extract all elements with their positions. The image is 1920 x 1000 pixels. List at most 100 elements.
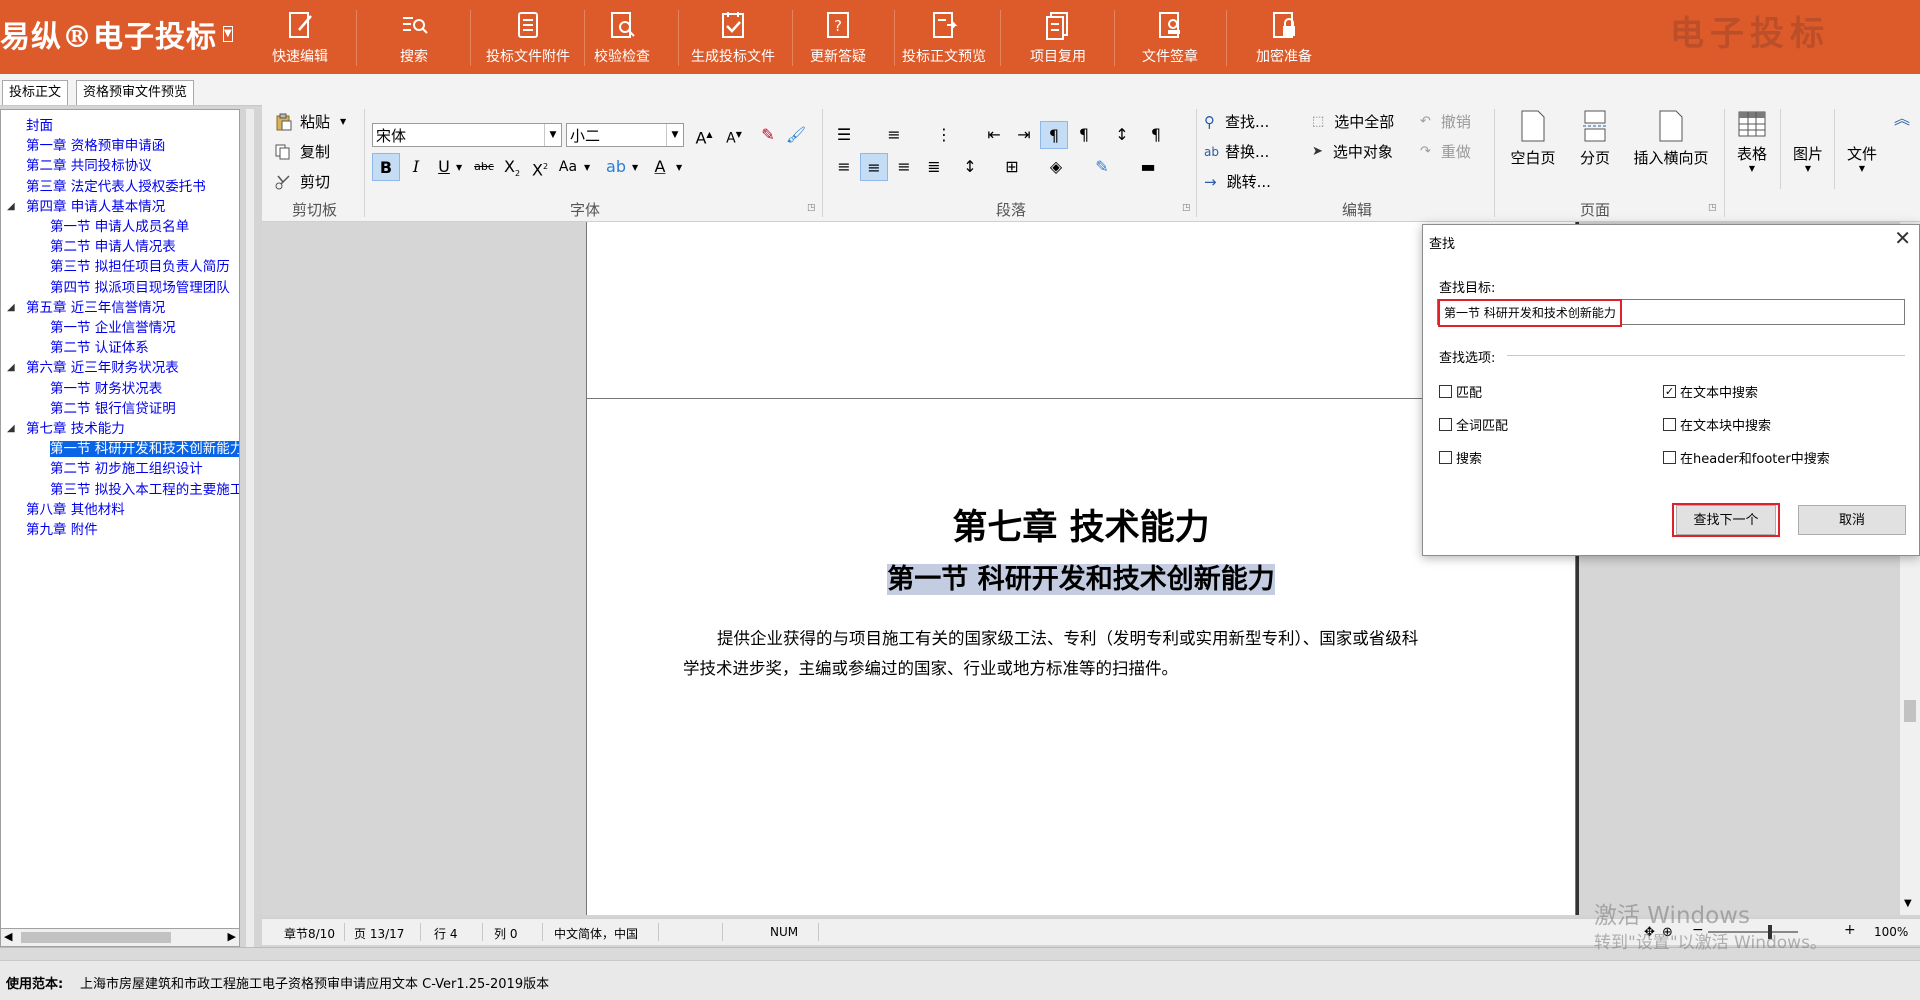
highlight-icon[interactable]: ab xyxy=(602,153,630,181)
tree-chapter-item[interactable]: 第八章 其他材料 xyxy=(1,500,125,520)
tree-expand-icon[interactable]: ◢ xyxy=(7,197,19,217)
option-header-footer[interactable]: 在header和footer中搜索 xyxy=(1663,448,1830,467)
toolbar-button-7[interactable]: 投标正文预览 xyxy=(892,0,996,74)
undo-button[interactable]: ↶ 撤销 xyxy=(1420,111,1471,132)
paragraph-dialog-launcher-icon[interactable]: ◳ xyxy=(1182,203,1191,213)
paste-dropdown-icon[interactable]: ▼ xyxy=(340,117,346,126)
collapse-ribbon-icon[interactable]: ︽ xyxy=(1894,105,1910,129)
select-all-button[interactable]: ⬚ 选中全部 xyxy=(1312,111,1394,132)
tree-section-item[interactable]: 第四节 拟派项目现场管理团队 xyxy=(1,278,230,298)
cut-button[interactable]: 剪切 xyxy=(274,171,330,192)
sort-icon[interactable]: ↕ xyxy=(1108,121,1136,149)
tree-section-item[interactable]: 第二节 银行信贷证明 xyxy=(1,399,176,419)
toolbar-button-3[interactable]: 投标文件附件 xyxy=(476,0,580,74)
superscript-icon[interactable]: X2 xyxy=(526,153,554,181)
toolbar-button-1[interactable]: 快速编辑 xyxy=(248,0,352,74)
tree-section-item[interactable]: 第二节 申请人情况表 xyxy=(1,237,176,257)
tree-chapter-item[interactable]: 第二章 共同投标协议 xyxy=(1,156,152,176)
checkbox-search-text[interactable]: ✓ xyxy=(1663,385,1676,398)
tree-section-item[interactable]: 第一节 申请人成员名单 xyxy=(1,217,189,237)
tree-expand-icon[interactable]: ◢ xyxy=(7,298,19,318)
tree-chapter-item[interactable]: 第一章 资格预审申请函 xyxy=(1,136,165,156)
toolbar-button-6[interactable]: ? 更新答疑 xyxy=(786,0,890,74)
image-button[interactable]: 图片 ▼ xyxy=(1786,143,1830,173)
scroll-thumb[interactable] xyxy=(1904,700,1916,722)
close-icon[interactable]: ✕ xyxy=(1894,226,1911,250)
goto-button[interactable]: → 跳转... xyxy=(1204,171,1271,192)
border-color-icon[interactable]: ✎ xyxy=(1088,153,1116,181)
zoom-in-icon[interactable]: + xyxy=(1844,922,1856,938)
underline-dropdown-icon[interactable]: ▼ xyxy=(456,163,462,172)
change-case-icon[interactable]: Aa xyxy=(554,153,582,181)
tree-section-item[interactable]: 第三节 拟投入本工程的主要施工 xyxy=(1,480,239,500)
tree-section-item[interactable]: 第一节 科研开发和技术创新能力 xyxy=(1,439,239,459)
checkbox-search[interactable] xyxy=(1439,451,1452,464)
borders-icon[interactable]: ⊞ xyxy=(998,153,1026,181)
font-size-select[interactable]: 小二 ▼ xyxy=(566,123,684,147)
case-dropdown-icon[interactable]: ▼ xyxy=(584,163,590,172)
font-color-icon[interactable]: A xyxy=(646,153,674,181)
clear-format-icon[interactable]: ✎ xyxy=(754,121,782,149)
cancel-button[interactable]: 取消 xyxy=(1798,505,1906,535)
select-object-button[interactable]: ➤ 选中对象 xyxy=(1312,141,1393,162)
tree-horizontal-scrollbar[interactable]: ◀ ▶ xyxy=(0,928,240,947)
tree-section-item[interactable]: 第二节 初步施工组织设计 xyxy=(1,459,203,479)
tree-chapter-item[interactable]: ◢ 第七章 技术能力 xyxy=(1,419,125,439)
tree-chapter-item[interactable]: ◢ 第四章 申请人基本情况 xyxy=(1,197,165,217)
show-marks-icon[interactable]: ¶ xyxy=(1040,121,1068,149)
find-button[interactable]: ⚲ 查找... xyxy=(1204,111,1269,132)
tree-chapter-item[interactable]: 第九章 附件 xyxy=(1,520,98,540)
subscript-icon[interactable]: X2 xyxy=(498,153,526,181)
find-target-input[interactable]: 第一节 科研开发和技术创新能力 xyxy=(1437,299,1905,327)
checkbox-text-block[interactable] xyxy=(1663,418,1676,431)
checkbox-whole-word[interactable] xyxy=(1439,418,1452,431)
page-break-button[interactable]: 分页 xyxy=(1570,109,1620,168)
toolbar-button-2[interactable]: 搜索 xyxy=(362,0,466,74)
format-painter-icon[interactable]: 🖌 xyxy=(782,121,810,149)
shrink-font-icon[interactable]: A▼ xyxy=(720,121,748,149)
align-right-icon[interactable]: ≡ xyxy=(890,153,918,181)
shading-icon[interactable]: ◈ xyxy=(1042,153,1070,181)
tree-section-item[interactable]: 第一节 企业信誉情况 xyxy=(1,318,176,338)
justify-icon[interactable]: ≣ xyxy=(920,153,948,181)
italic-icon[interactable]: I xyxy=(402,153,430,181)
font-color-dropdown-icon[interactable]: ▼ xyxy=(676,163,682,172)
option-match[interactable]: 匹配 xyxy=(1439,382,1482,401)
toolbar-button-4[interactable]: 校验检查 xyxy=(570,0,674,74)
replace-button[interactable]: ab 替换... xyxy=(1204,141,1269,162)
blank-page-button[interactable]: 空白页 xyxy=(1504,109,1562,168)
tree-section-item[interactable]: 第一节 财务状况表 xyxy=(1,379,162,399)
scroll-right-icon[interactable]: ▶ xyxy=(228,930,236,943)
option-search[interactable]: 搜索 xyxy=(1439,448,1482,467)
tab-bid-document[interactable]: 投标正文 xyxy=(2,80,69,105)
pilcrow-icon[interactable]: ¶ xyxy=(1142,121,1170,149)
insert-landscape-button[interactable]: 插入横向页 xyxy=(1628,109,1714,168)
logo-menu-dropdown-icon[interactable]: ▼ xyxy=(223,26,233,42)
paste-button[interactable]: 粘贴 ▼ xyxy=(274,111,346,132)
scroll-left-icon[interactable]: ◀ xyxy=(4,930,12,943)
tree-chapter-item[interactable]: 封面 xyxy=(1,116,53,136)
tree-chapter-item[interactable]: ◢ 第六章 近三年财务状况表 xyxy=(1,358,179,378)
scroll-down-icon[interactable]: ▼ xyxy=(1904,898,1912,909)
option-whole-word[interactable]: 全词匹配 xyxy=(1439,415,1508,434)
pane-splitter[interactable] xyxy=(246,109,254,949)
font-dialog-launcher-icon[interactable]: ◳ xyxy=(807,203,816,213)
tab-prequal-preview[interactable]: 资格预审文件预览 xyxy=(76,80,195,105)
strikethrough-icon[interactable]: abc xyxy=(470,153,498,181)
tree-chapter-item[interactable]: 第三章 法定代表人授权委托书 xyxy=(1,177,206,197)
redo-button[interactable]: ↷ 重做 xyxy=(1420,141,1471,162)
checkbox-header-footer[interactable] xyxy=(1663,451,1676,464)
find-next-button[interactable]: 查找下一个 xyxy=(1676,505,1776,535)
tree-expand-icon[interactable]: ◢ xyxy=(7,358,19,378)
table-button[interactable]: 表格 ▼ xyxy=(1730,109,1774,173)
tree-section-item[interactable]: 第二节 认证体系 xyxy=(1,338,149,358)
checkbox-match[interactable] xyxy=(1439,385,1452,398)
toolbar-button-5[interactable]: 生成投标文件 xyxy=(678,0,788,74)
paragraph-mark-icon[interactable]: ¶ xyxy=(1070,121,1098,149)
copy-button[interactable]: 复制 xyxy=(274,141,330,162)
font-family-select[interactable]: 宋体 ▼ xyxy=(372,123,562,147)
bullet-list-icon[interactable]: ☰ xyxy=(830,121,858,149)
page-dialog-launcher-icon[interactable]: ◳ xyxy=(1708,203,1717,213)
underline-icon[interactable]: U xyxy=(430,153,458,181)
line-weight-icon[interactable]: ▬ xyxy=(1134,153,1162,181)
